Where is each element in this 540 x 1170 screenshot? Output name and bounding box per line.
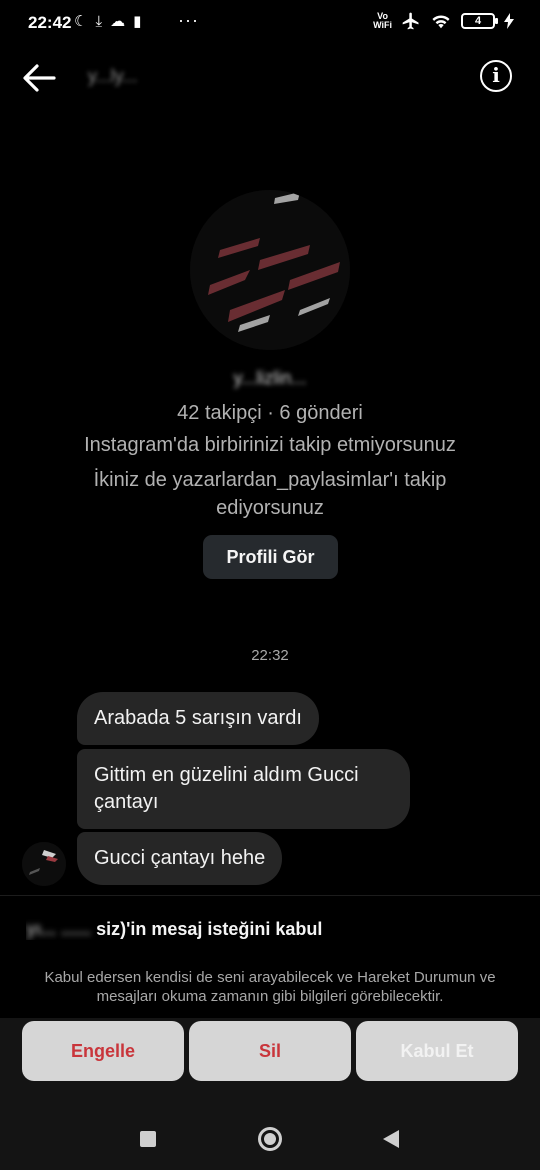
info-icon: i: [492, 63, 500, 87]
chat-header: y...ly... i: [0, 52, 540, 104]
profile-avatar[interactable]: [190, 190, 350, 350]
request-action-bar: Engelle Sil Kabul Et: [0, 1018, 540, 1170]
status-bar: 22:42 ☾ ⤓ ☁ ▮ ··· Vo WiFi 4: [0, 0, 540, 48]
message-request-panel: yı... ...... siz)'in mesaj isteğini kabu…: [0, 895, 540, 1170]
sender-avatar-image: [22, 842, 66, 886]
sender-avatar[interactable]: [22, 842, 66, 886]
message-bubble[interactable]: Gittim en güzelini aldım Gucci çantayı: [77, 749, 410, 829]
download-icon: ⤓: [95, 13, 103, 30]
profile-stats: 42 takipçi · 6 gönderi: [177, 402, 363, 424]
request-title: yı... ...... siz)'in mesaj isteğini kabu…: [26, 919, 526, 940]
message-bubble[interactable]: Arabada 5 sarışın vardı: [77, 692, 319, 745]
status-icons-right: Vo WiFi 4: [373, 11, 514, 31]
accept-button[interactable]: Kabul Et: [356, 1021, 518, 1081]
profile-name: y...lizlin...: [233, 368, 307, 388]
avatar-image: [190, 190, 350, 350]
header-username[interactable]: y...ly...: [88, 66, 137, 87]
battery-saver-icon: ▮: [133, 13, 142, 30]
status-icons-left: ☾ ⤓ ☁ ▮: [74, 13, 141, 31]
more-notifications-icon: ···: [178, 10, 199, 30]
delete-button[interactable]: Sil: [189, 1021, 351, 1081]
recents-icon[interactable]: [140, 1131, 156, 1147]
vowifi-label: Vo WiFi: [373, 11, 392, 30]
airplane-icon: [402, 12, 419, 30]
follow-status: Instagram'da birbirinizi takip etmiyorsu…: [84, 434, 456, 456]
message-timestamp: 22:32: [251, 647, 289, 664]
mutual-follow: İkiniz de yazarlardan_paylasimlar'ı taki…: [93, 469, 447, 519]
request-title-obscured: yı...: [26, 919, 57, 939]
charging-icon: [504, 13, 514, 29]
battery-icon: 4: [461, 13, 498, 29]
back-arrow-icon: [23, 64, 56, 92]
back-button[interactable]: [20, 60, 58, 96]
message-bubble[interactable]: Gucci çantayı hehe: [77, 832, 283, 885]
view-profile-button[interactable]: Profili Gör: [203, 535, 338, 579]
status-time: 22:42: [28, 13, 72, 32]
info-button[interactable]: i: [480, 60, 512, 92]
moon-icon: ☾: [74, 13, 88, 30]
request-title-text: siz)'in mesaj isteğini kabul: [96, 919, 323, 939]
request-description: Kabul edersen kendisi de seni arayabilec…: [44, 969, 496, 1005]
home-icon[interactable]: [258, 1127, 282, 1151]
block-button[interactable]: Engelle: [22, 1021, 184, 1081]
request-title-obscured: ......: [61, 919, 92, 939]
cloud-icon: ☁: [110, 13, 126, 30]
wifi-icon: [432, 15, 450, 29]
nav-back-icon[interactable]: [382, 1129, 400, 1149]
